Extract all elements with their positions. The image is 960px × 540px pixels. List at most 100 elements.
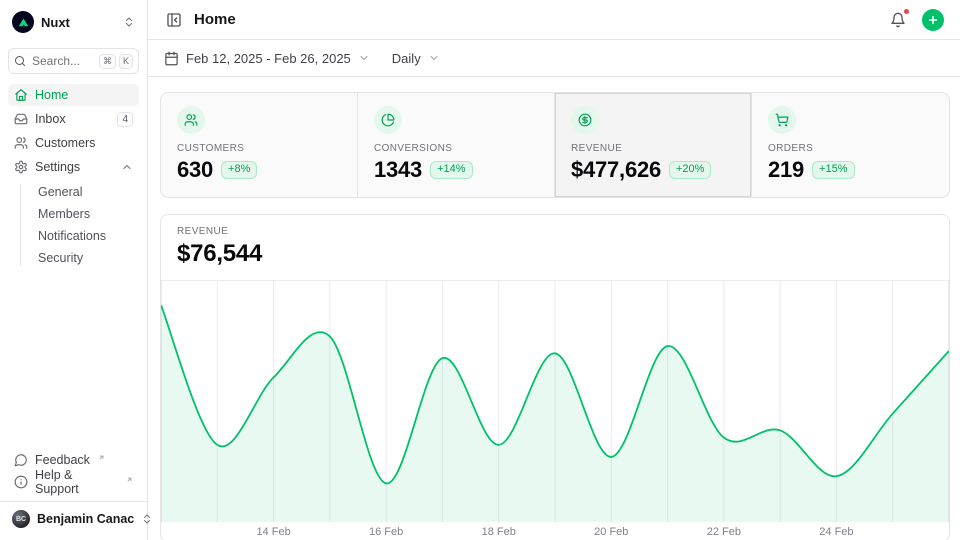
stat-delta-badge: +14% [430,161,472,179]
inbox-count-badge: 4 [117,112,133,127]
sidebar-nav: Home Inbox 4 Customers Settings [8,84,139,270]
stat-label: CUSTOMERS [177,143,341,154]
page-title: Home [194,11,236,28]
stat-delta-badge: +8% [221,161,257,179]
period-value: Daily [392,51,421,66]
date-range-picker[interactable]: Feb 12, 2025 - Feb 26, 2025 [158,47,376,70]
users-icon [14,136,28,150]
revenue-area-chart-svg [161,281,949,522]
user-menu-button[interactable]: BC Benjamin Canac [8,506,139,532]
gear-icon [14,160,28,174]
message-circle-icon [14,453,28,467]
topbar: Home [148,0,960,40]
dashboard-content: CUSTOMERS 630 +8% CONVERSIONS 1343 +14% [148,77,960,540]
sidebar-item-label: Inbox [35,112,66,126]
x-axis-tick: 16 Feb [369,526,403,538]
chevron-down-icon [428,52,440,64]
app-root: Nuxt Search... ⌘ K Home [0,0,960,540]
users-icon [177,106,205,134]
workspace-switcher[interactable]: Nuxt [8,8,139,36]
stat-card-conversions[interactable]: CONVERSIONS 1343 +14% [358,93,555,197]
sidebar-subitem-security[interactable]: Security [8,248,139,268]
stats-row: CUSTOMERS 630 +8% CONVERSIONS 1343 +14% [160,92,950,198]
sidebar-item-label: Help & Support [35,468,118,496]
shopping-cart-icon [768,106,796,134]
kbd-k: K [119,54,133,69]
stat-value: 630 [177,157,213,183]
notifications-button[interactable] [888,10,908,30]
stat-label: REVENUE [571,143,735,154]
date-range-value: Feb 12, 2025 - Feb 26, 2025 [186,51,351,66]
circle-dollar-icon [571,106,599,134]
x-axis-tick: 18 Feb [482,526,516,538]
sidebar-divider [0,501,147,502]
sidebar-item-customers[interactable]: Customers [8,132,139,154]
chevron-down-icon [358,52,370,64]
sidebar-spacer [8,270,139,449]
stat-value: 1343 [374,157,422,183]
filters-toolbar: Feb 12, 2025 - Feb 26, 2025 Daily [148,40,960,77]
stat-value: 219 [768,157,804,183]
stat-label: ORDERS [768,143,933,154]
x-axis-tick: 24 Feb [819,526,853,538]
stat-delta-badge: +15% [812,161,854,179]
sidebar-item-home[interactable]: Home [8,84,139,106]
stat-card-revenue[interactable]: REVENUE $477,626 +20% [555,93,752,197]
chevron-up-icon [121,161,133,173]
sidebar-subitem-members[interactable]: Members [8,204,139,224]
chart-pie-icon [374,106,402,134]
x-axis-tick: 14 Feb [256,526,290,538]
sidebar-item-settings[interactable]: Settings [8,156,139,178]
kbd-cmd: ⌘ [99,54,116,69]
x-axis-tick: 22 Feb [707,526,741,538]
external-link-icon [126,476,133,483]
chevron-up-down-icon [123,16,135,28]
subitem-label: Security [38,251,83,265]
user-name: Benjamin Canac [37,512,134,526]
x-axis-tick: 20 Feb [594,526,628,538]
period-select[interactable]: Daily [386,47,446,70]
sidebar-toggle-button[interactable] [164,10,184,30]
panel-left-close-icon [166,12,182,28]
home-icon [14,88,28,102]
subitem-label: Notifications [38,229,106,243]
plus-icon [927,14,939,26]
sidebar-item-help-support[interactable]: Help & Support [8,471,139,493]
revenue-chart-card: REVENUE $76,544 14 Feb 16 Feb 18 Feb 20 Feb… [160,214,950,540]
notification-dot [903,8,910,15]
calendar-icon [164,51,179,66]
add-button[interactable] [922,9,944,31]
search-placeholder: Search... [32,54,93,68]
x-axis-labels: 14 Feb 16 Feb 18 Feb 20 Feb 22 Feb 24 Feb [161,522,949,540]
search-icon [14,55,26,67]
stat-delta-badge: +20% [669,161,711,179]
chart-total-value: $76,544 [177,240,933,268]
info-circle-icon [14,475,28,489]
search-shortcut: ⌘ K [99,54,133,69]
stat-card-customers[interactable]: CUSTOMERS 630 +8% [161,93,358,197]
subitem-label: General [38,185,82,199]
sidebar-item-label: Feedback [35,453,90,467]
sidebar-item-inbox[interactable]: Inbox 4 [8,108,139,130]
sidebar-subitem-notifications[interactable]: Notifications [8,226,139,246]
sidebar-subitem-general[interactable]: General [8,182,139,202]
nuxt-logo-icon [12,11,34,33]
stat-value: $477,626 [571,157,661,183]
settings-subnav: General Members Notifications Security [8,182,139,268]
search-input[interactable]: Search... ⌘ K [8,48,139,74]
sidebar-item-label: Customers [35,136,95,150]
avatar: BC [12,510,30,528]
external-link-icon [98,454,105,461]
sidebar: Nuxt Search... ⌘ K Home [0,0,148,540]
sidebar-item-label: Settings [35,160,80,174]
chart-header: REVENUE $76,544 [161,215,949,280]
main-panel: Home Fe [148,0,960,540]
stat-card-orders[interactable]: ORDERS 219 +15% [752,93,949,197]
inbox-icon [14,112,28,126]
workspace-name: Nuxt [41,15,70,30]
chart-title: REVENUE [177,226,933,237]
stat-label: CONVERSIONS [374,143,538,154]
subitem-label: Members [38,207,90,221]
chart-plot-area[interactable] [161,280,949,522]
sidebar-item-label: Home [35,88,68,102]
